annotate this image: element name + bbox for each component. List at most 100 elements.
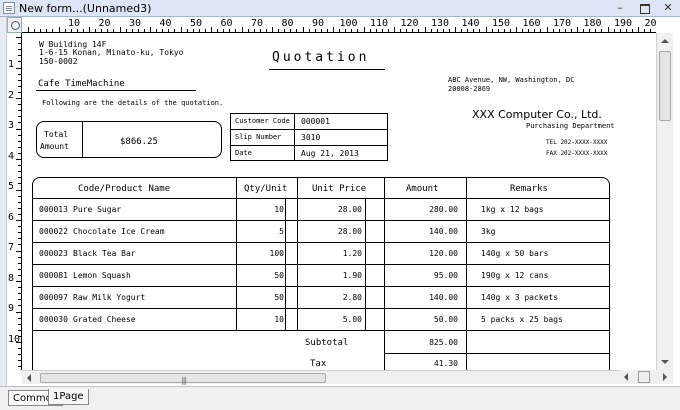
item-name: Raw Milk Yogurt xyxy=(73,293,146,302)
close-button[interactable]: ✕ xyxy=(656,0,680,17)
table-row-separator xyxy=(32,242,610,243)
customer-code-value: 000001 xyxy=(301,117,330,126)
company-address-line2: 20008-2869 xyxy=(448,85,491,93)
ruler-v-label: 4 xyxy=(8,150,15,162)
item-code: 000081 xyxy=(39,271,68,280)
ruler-h-label: 160 xyxy=(522,18,541,29)
table-row-separator xyxy=(32,308,610,309)
company-name: XXX Computer Co., Ltd. xyxy=(472,108,602,121)
scroll-left-icon[interactable] xyxy=(27,374,31,382)
ruler-h-label: 90 xyxy=(312,18,325,29)
item-code: 000030 xyxy=(39,315,68,324)
item-remarks: 140g x 3 packets xyxy=(481,293,559,302)
form-app-icon xyxy=(3,2,15,14)
item-unit-price: 5.00 xyxy=(342,315,362,324)
title-underline xyxy=(269,69,385,70)
item-name: Lemon Squash xyxy=(73,271,131,280)
scroll-up-icon[interactable] xyxy=(661,39,669,43)
info-row-line xyxy=(230,129,388,130)
item-amount: 50.00 xyxy=(433,315,458,324)
vertical-ruler: 1 2 3 4 5 6 7 8 9 10 xyxy=(7,33,22,370)
item-remarks: 5 packs x 25 bags xyxy=(481,315,563,324)
total-amount-value: $866.25 xyxy=(120,137,158,147)
item-qty: 10 xyxy=(274,315,284,324)
item-amount: 280.00 xyxy=(429,205,458,214)
item-remarks: 140g x 50 bars xyxy=(481,249,549,258)
ruler-h-label: 150 xyxy=(492,18,511,29)
item-remarks: 190g x 12 cans xyxy=(481,271,549,280)
company-department: Purchasing Department xyxy=(526,122,615,130)
ruler-h-label: 40 xyxy=(159,18,172,29)
form-canvas[interactable]: W Building 14F 1-6-15 Konan, Minato-ku, … xyxy=(22,33,656,370)
horizontal-scroll-thumb[interactable]: ||| xyxy=(40,373,326,385)
item-code: 000023 xyxy=(39,249,68,258)
vertical-scroll-thumb[interactable] xyxy=(659,51,671,121)
item-amount: 95.00 xyxy=(433,271,458,280)
intro-text: Following are the details of the quotati… xyxy=(42,99,224,107)
subtotal-label: Subtotal xyxy=(305,338,349,348)
subtotal-separator xyxy=(384,353,610,354)
maximize-button[interactable] xyxy=(632,0,656,17)
page-next-icon[interactable] xyxy=(663,373,667,381)
tab-1page[interactable]: 1Page xyxy=(48,389,89,405)
ruler-v-label: 9 xyxy=(8,303,15,314)
ruler-h-label: 120 xyxy=(400,18,419,29)
scroll-down-icon[interactable] xyxy=(661,360,669,364)
item-qty: 50 xyxy=(274,293,284,302)
page-prev-icon[interactable] xyxy=(624,373,628,381)
subtotal-value: 825.00 xyxy=(429,338,458,347)
item-qty: 10 xyxy=(274,205,284,214)
recipient-name: Cafe TimeMachine xyxy=(38,79,125,89)
total-label-line1: Total xyxy=(44,130,69,139)
ruler-h-label: 30 xyxy=(129,18,142,29)
ruler-h-label: 10 xyxy=(68,18,81,29)
total-box-divider xyxy=(82,121,83,158)
col-divider-remarks xyxy=(466,177,467,370)
table-row-separator xyxy=(32,330,610,331)
item-unit-price: 28.00 xyxy=(337,205,362,214)
minimize-button[interactable]: – xyxy=(608,0,632,17)
ruler-v-label: 2 xyxy=(8,89,15,101)
tax-label: Tax xyxy=(310,359,327,369)
vertical-scrollbar[interactable] xyxy=(656,33,673,370)
company-fax: FAX 202-XXXX-XXXX xyxy=(546,150,608,157)
item-unit-price: 2.80 xyxy=(342,293,362,302)
scroll-grip-icon: ||| xyxy=(181,376,187,385)
ruler-v-label: 5 xyxy=(8,181,15,192)
item-qty: 5 xyxy=(279,227,284,236)
item-qty: 50 xyxy=(274,271,284,280)
item-unit-price: 1.20 xyxy=(342,249,362,258)
ruler-origin-icon[interactable] xyxy=(7,17,22,33)
ruler-h-label: 170 xyxy=(553,18,572,29)
company-address-line1: ABC Avenue, NW, Washington, DC xyxy=(448,76,575,84)
date-value: Aug 21, 2013 xyxy=(301,149,359,158)
window-title: New form...(Unnamed3) xyxy=(19,2,152,15)
ruler-v-label: 3 xyxy=(8,120,15,131)
ruler-h-label: 80 xyxy=(281,18,294,29)
scroll-corner-controls xyxy=(620,370,673,384)
page-restore-icon[interactable] xyxy=(638,371,650,383)
slip-number-value: 3010 xyxy=(301,133,321,142)
customer-code-label: Customer Code xyxy=(235,117,290,125)
sheet-tab-bar: Common 1Page xyxy=(0,386,680,410)
item-name: Black Tea Bar xyxy=(73,249,136,258)
item-code: 000022 xyxy=(39,227,68,236)
ruler-h-label: 100 xyxy=(339,18,358,29)
left-border-strip xyxy=(0,17,7,387)
col-divider-amount xyxy=(384,177,385,370)
header-remarks: Remarks xyxy=(510,184,548,194)
sender-address-line2: 1-6-15 Konan, Minato-ku, Tokyo xyxy=(39,48,184,57)
recipient-underline xyxy=(36,90,196,91)
item-name: Grated Cheese xyxy=(73,315,136,324)
item-qty: 100 xyxy=(269,249,284,258)
ruler-h-label: 20 xyxy=(98,18,111,29)
ruler-h-label: 140 xyxy=(461,18,480,29)
item-name: Chocolate Ice Cream xyxy=(73,227,165,236)
tax-value: 41.30 xyxy=(433,359,458,368)
item-amount: 140.00 xyxy=(429,227,458,236)
title-bar: New form...(Unnamed3) – ✕ xyxy=(0,0,680,17)
ruler-h-label: 60 xyxy=(220,18,233,29)
ruler-v-label: 1 xyxy=(8,59,15,70)
horizontal-scrollbar[interactable]: ||| xyxy=(22,370,656,385)
item-name: Pure Sugar xyxy=(73,205,122,214)
